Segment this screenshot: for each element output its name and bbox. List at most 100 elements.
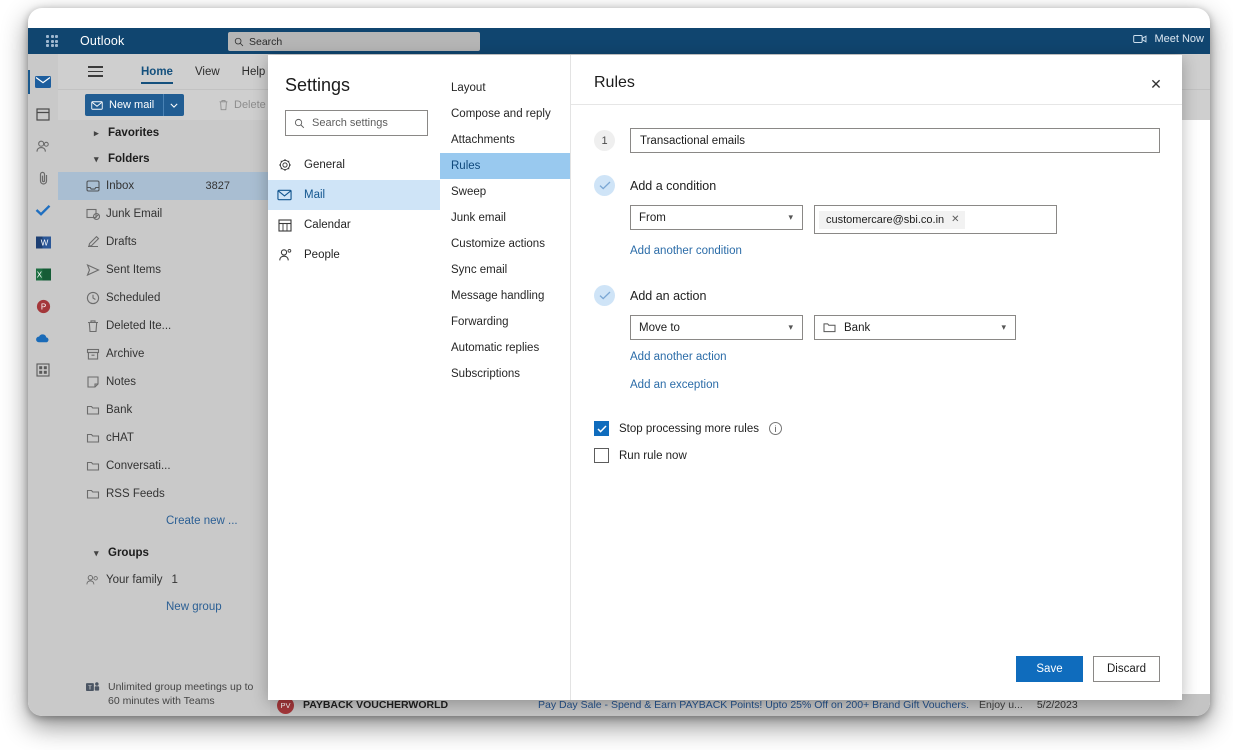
subnav-item-subscriptions[interactable]: Subscriptions — [440, 361, 570, 387]
search-input[interactable]: Search — [228, 32, 480, 51]
create-new-folder-link[interactable]: Create new ... — [58, 508, 270, 534]
settings-nav-people[interactable]: People — [268, 240, 440, 270]
folder-item-junk-email[interactable]: Junk Email — [58, 200, 270, 228]
groups-label: Groups — [108, 547, 149, 559]
folder-icon — [86, 487, 100, 501]
info-icon[interactable]: i — [769, 422, 782, 435]
rail-item-onedrive[interactable] — [28, 322, 58, 354]
settings-nav-mail[interactable]: Mail — [268, 180, 440, 210]
discard-button[interactable]: Discard — [1093, 656, 1160, 682]
subnav-item-sweep[interactable]: Sweep — [440, 179, 570, 205]
close-icon[interactable]: ✕ — [1148, 76, 1164, 92]
folder-item-inbox[interactable]: Inbox 3827 — [58, 172, 270, 200]
folder-label: Notes — [106, 376, 136, 388]
app-header: Outlook Search Meet Now — [28, 28, 1210, 54]
new-mail-button[interactable]: New mail — [85, 94, 184, 116]
option-run-rule-now[interactable]: Run rule now — [594, 448, 1160, 463]
condition-value-input[interactable]: customercare@sbi.co.in ✕ — [814, 205, 1057, 234]
rule-name-row: 1 Transactional emails — [594, 128, 1160, 153]
folder-item-bank[interactable]: Bank — [58, 396, 270, 424]
new-mail-dropdown[interactable] — [163, 94, 184, 116]
condition-chip[interactable]: customercare@sbi.co.in ✕ — [819, 211, 965, 229]
checkbox[interactable] — [594, 421, 609, 436]
meet-now-button[interactable]: Meet Now — [1133, 33, 1204, 45]
add-another-action-link[interactable]: Add another action — [630, 351, 727, 363]
tab-help[interactable]: Help — [242, 66, 266, 84]
subnav-item-automatic-replies[interactable]: Automatic replies — [440, 335, 570, 361]
folder-icon — [86, 403, 100, 417]
new-mail-label: New mail — [109, 99, 154, 111]
folder-label: Scheduled — [106, 292, 160, 304]
folder-item-rss-feeds[interactable]: RSS Feeds — [58, 480, 270, 508]
rail-item-more-apps[interactable] — [28, 354, 58, 386]
subnav-item-compose-and-reply[interactable]: Compose and reply — [440, 101, 570, 127]
new-group-link[interactable]: New group — [58, 594, 270, 620]
rail-item-calendar[interactable] — [28, 98, 58, 130]
rail-item-people[interactable] — [28, 130, 58, 162]
folder-item-conversations[interactable]: Conversati... — [58, 452, 270, 480]
chevron-down-icon: ▾ — [94, 154, 99, 165]
action-controls: Move to ▾ Bank ▾ — [630, 315, 1160, 340]
subnav-item-forwarding[interactable]: Forwarding — [440, 309, 570, 335]
settings-search-input[interactable]: Search settings — [285, 110, 428, 136]
subnav-item-customize-actions[interactable]: Customize actions — [440, 231, 570, 257]
condition-field-value: From — [639, 212, 666, 224]
calendar-icon — [36, 107, 50, 121]
groups-group-header[interactable]: ▾ Groups — [58, 540, 270, 566]
rail-item-todo[interactable] — [28, 194, 58, 226]
checkmark-icon — [35, 204, 51, 216]
folder-item-scheduled[interactable]: Scheduled — [58, 284, 270, 312]
trash-icon — [218, 99, 229, 111]
rail-item-excel[interactable]: X — [28, 258, 58, 290]
subnav-item-attachments[interactable]: Attachments — [440, 127, 570, 153]
hamburger-icon[interactable] — [88, 66, 103, 77]
folder-label: Bank — [106, 404, 132, 416]
option-stop-processing[interactable]: Stop processing more rules i — [594, 421, 1160, 436]
settings-nav-general[interactable]: General — [268, 150, 440, 180]
save-button[interactable]: Save — [1016, 656, 1083, 682]
add-an-exception-link[interactable]: Add an exception — [630, 379, 719, 391]
folder-item-deleted-items[interactable]: Deleted Ite... — [58, 312, 270, 340]
delete-button[interactable]: Delete — [218, 99, 266, 111]
subnav-item-junk-email[interactable]: Junk email — [440, 205, 570, 231]
subnav-item-layout[interactable]: Layout — [440, 75, 570, 101]
folder-icon — [86, 459, 100, 473]
app-launcher-icon[interactable] — [46, 35, 58, 47]
close-icon[interactable]: ✕ — [951, 214, 959, 225]
tab-view[interactable]: View — [195, 66, 220, 84]
folder-label: Sent Items — [106, 264, 161, 276]
video-camera-icon — [1133, 34, 1147, 44]
svg-text:X: X — [36, 270, 42, 279]
checkbox[interactable] — [594, 448, 609, 463]
subnav-item-sync-email[interactable]: Sync email — [440, 257, 570, 283]
rail-item-attachments[interactable] — [28, 162, 58, 194]
screenshot-root: Outlook Search Meet Now Home View Help — [0, 0, 1233, 750]
rail-item-mail[interactable] — [28, 66, 58, 98]
rule-name-input[interactable]: Transactional emails — [630, 128, 1160, 153]
settings-nav-calendar[interactable]: Calendar — [268, 210, 440, 240]
chevron-down-icon: ▾ — [1001, 322, 1006, 333]
tab-home[interactable]: Home — [141, 66, 173, 84]
rail-item-word[interactable]: W — [28, 226, 58, 258]
app-brand: Outlook — [80, 34, 124, 48]
page-title: Rules — [594, 74, 1160, 92]
chevron-right-icon: ▸ — [94, 128, 99, 139]
subnav-item-message-handling[interactable]: Message handling — [440, 283, 570, 309]
action-label: Add an action — [630, 289, 706, 303]
folder-item-chat[interactable]: cHAT — [58, 424, 270, 452]
rail-item-powerpoint[interactable]: P — [28, 290, 58, 322]
teams-promo[interactable]: T Unlimited group meetings up to 60 minu… — [58, 680, 270, 708]
folder-item-drafts[interactable]: Drafts — [58, 228, 270, 256]
folder-item-notes[interactable]: Notes — [58, 368, 270, 396]
subnav-item-rules[interactable]: Rules — [440, 153, 570, 179]
add-another-condition-link[interactable]: Add another condition — [630, 245, 742, 257]
folders-group-header[interactable]: ▾ Folders — [58, 146, 270, 172]
favorites-group-header[interactable]: ▸ Favorites — [58, 120, 270, 146]
settings-nav-label: Mail — [304, 189, 325, 201]
condition-field-select[interactable]: From ▾ — [630, 205, 803, 230]
folder-item-archive[interactable]: Archive — [58, 340, 270, 368]
folder-item-sent-items[interactable]: Sent Items — [58, 256, 270, 284]
group-item-your-family[interactable]: Your family 1 — [58, 566, 270, 594]
action-target-select[interactable]: Bank ▾ — [814, 315, 1016, 340]
action-field-select[interactable]: Move to ▾ — [630, 315, 803, 340]
